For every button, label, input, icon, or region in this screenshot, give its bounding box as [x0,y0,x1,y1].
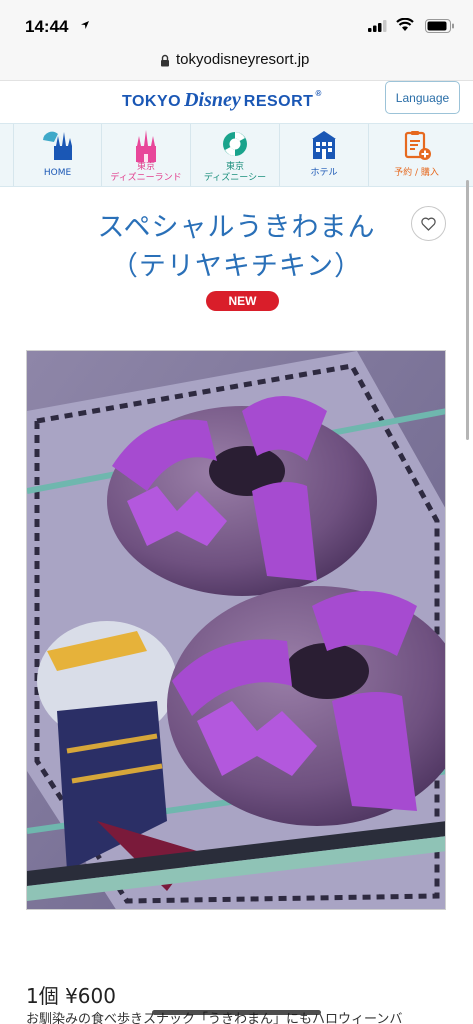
site-header: TOKYO Disney RESORT ® Language [0,81,473,123]
hotel-building-icon [312,131,336,159]
nav-label-sea-2: ディズニーシー [203,173,267,183]
nav-label-land-1: 東京 [136,162,155,172]
nav-item-tokyo-disneysea[interactable]: 東京 ディズニーシー [191,124,280,186]
home-indicator[interactable] [152,1010,321,1015]
home-castle-icon [42,131,72,160]
product-title-line2: （テリヤキチキン） [110,251,363,282]
status-bar: 14:44 [0,0,473,48]
nav-item-tokyo-disneyland[interactable]: 東京 ディズニーランド [102,124,191,186]
battery-icon [425,19,454,33]
scrollbar[interactable] [466,180,469,440]
nav-label-sea-1: 東京 [225,162,244,172]
nav-item-reservation[interactable]: 予約 / 購入 [369,124,464,186]
product-title-line1: スペシャルうきわまん [97,212,376,243]
location-arrow-icon [81,21,89,29]
nav-item-home[interactable]: HOME [13,124,102,186]
disneyland-castle-icon [136,130,156,162]
new-badge: NEW [206,291,279,311]
tokyo-disney-resort-logo[interactable]: TOKYO Disney RESORT ® [122,89,321,112]
wifi-icon [396,18,414,31]
language-button[interactable]: Language [385,81,460,114]
heart-icon [421,217,436,231]
lock-icon [161,54,169,67]
product-price: 1個 ¥600 [26,984,116,1008]
cellular-signal-icon [368,20,387,32]
nav-label-land-2: ディズニーランド [110,173,182,183]
main-nav: HOME 東京 ディズニーランド 東京 ディズニーシー ホテル 予約 / 購入 [0,123,473,187]
nav-label-hotel: ホテル [310,168,338,178]
url-text[interactable]: tokyodisneyresort.jp [176,51,309,68]
product-image [26,350,446,910]
status-time: 14:44 [25,17,69,36]
nav-label-reservation: 予約 / 購入 [394,168,439,178]
nav-label-home: HOME [43,168,72,178]
product-photo [27,351,445,909]
browser-url-bar[interactable]: tokyodisneyresort.jp [0,48,473,81]
favorite-button[interactable] [411,206,446,241]
reservation-clipboard-icon [404,131,431,160]
disneysea-lifebuoy-icon [223,132,247,156]
nav-item-hotel[interactable]: ホテル [280,124,369,186]
